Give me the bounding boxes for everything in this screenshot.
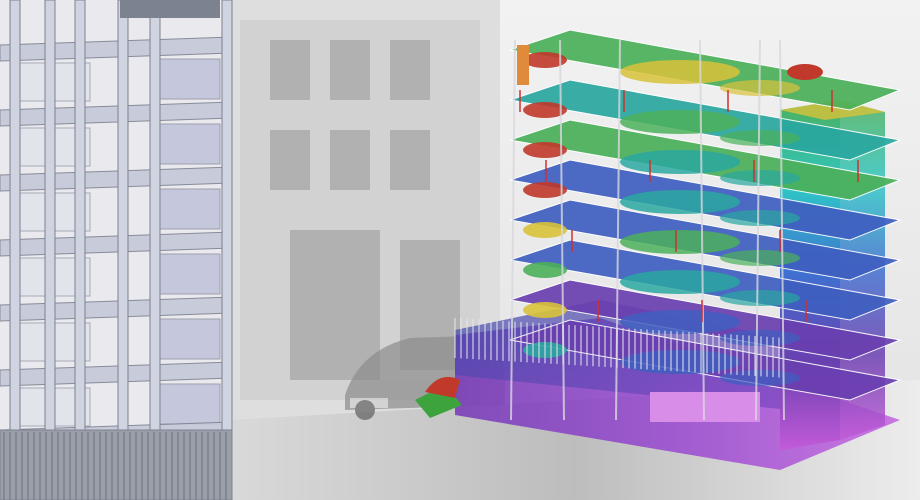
contour-hotspot — [523, 182, 567, 198]
contour-band — [620, 230, 740, 254]
wireframe-column — [44, 0, 56, 471]
render-canvas — [0, 0, 920, 500]
contour-band — [720, 170, 800, 186]
contour-band — [720, 250, 800, 266]
contour-band — [620, 310, 740, 334]
wireframe-roof-edge — [120, 0, 220, 18]
wireframe-column — [149, 0, 161, 471]
lower-pink-block — [650, 392, 760, 422]
contour-hotspot — [787, 64, 823, 80]
wireframe-column — [221, 0, 233, 471]
contour-band — [720, 210, 800, 226]
contour-band — [720, 330, 800, 346]
contour-band — [620, 270, 740, 294]
contour-hotspot — [523, 302, 567, 318]
contour-band — [620, 190, 740, 214]
wireframe-column — [117, 0, 129, 471]
contour-hotspot — [517, 45, 529, 85]
wireframe-plinth — [0, 429, 233, 500]
contour-hotspot — [523, 262, 567, 278]
contour-band — [720, 290, 800, 306]
contour-band — [620, 110, 740, 134]
contour-band — [620, 350, 740, 374]
contour-band — [620, 60, 740, 84]
contour-hotspot — [523, 222, 567, 238]
wireframe-column — [74, 0, 86, 471]
building-analysis-render — [0, 0, 920, 500]
structural-wireframe-model — [0, 0, 233, 500]
contour-band — [720, 370, 800, 386]
contour-band — [620, 150, 740, 174]
wireframe-column — [9, 0, 21, 471]
